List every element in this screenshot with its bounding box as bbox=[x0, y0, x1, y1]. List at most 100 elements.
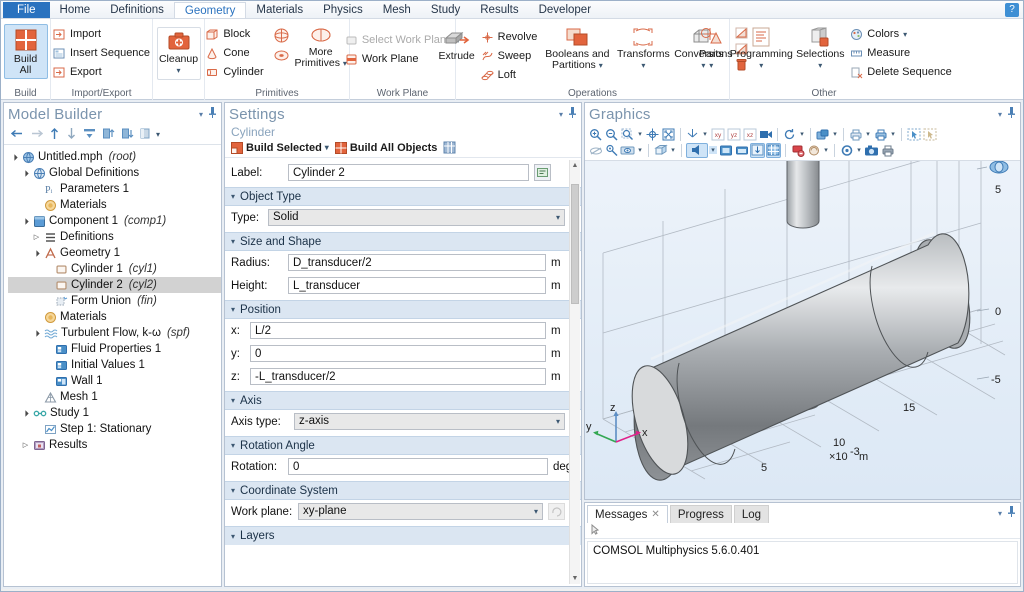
model-builder-toolbar-caret-icon[interactable]: ▾ bbox=[156, 130, 160, 139]
expand-arrow-right-icon[interactable]: ▷ bbox=[21, 441, 30, 449]
build-all-button[interactable]: Build All bbox=[3, 24, 48, 79]
axis-type-select-caret-icon[interactable]: ▾ bbox=[556, 414, 560, 429]
parts-button[interactable]: Parts ▾ bbox=[693, 24, 729, 73]
collapse-tree-icon[interactable] bbox=[121, 127, 134, 143]
move-down-icon[interactable] bbox=[66, 127, 77, 143]
plot4-icon[interactable] bbox=[766, 142, 781, 158]
import-button[interactable]: Import bbox=[50, 25, 153, 43]
hide-icon[interactable] bbox=[588, 143, 603, 158]
tree-node-initial-values-1[interactable]: Initial Values 1 bbox=[8, 357, 221, 373]
view-orientation-cube[interactable] bbox=[989, 161, 1009, 174]
rotate-dropdown-caret-icon[interactable]: ▾ bbox=[798, 130, 806, 138]
view-hidden-icon[interactable] bbox=[620, 143, 635, 158]
xy-view-icon[interactable]: xy bbox=[710, 127, 725, 142]
tree-node-mesh-1[interactable]: Mesh 1 bbox=[8, 389, 221, 405]
tab-results[interactable]: Results bbox=[470, 1, 528, 18]
model-tree[interactable]: ◢ Untitled.mph (root) ◢ Global Definitions Pi… bbox=[4, 145, 221, 586]
tab-study[interactable]: Study bbox=[421, 1, 470, 18]
section-coordinate-system[interactable]: ▾ Coordinate System bbox=[225, 481, 581, 500]
zoom-dropdown-caret-icon[interactable]: ▾ bbox=[636, 130, 644, 138]
model-builder-collapse-caret-icon[interactable]: ▾ bbox=[199, 110, 203, 119]
transforms-button[interactable]: Transforms ▾ bbox=[614, 24, 672, 73]
rotation-input[interactable] bbox=[288, 458, 548, 475]
select-mode-icon[interactable] bbox=[686, 142, 708, 158]
fit-to-window-icon[interactable] bbox=[661, 127, 676, 142]
measure-icon[interactable] bbox=[806, 143, 821, 158]
programming-caret-icon[interactable]: ▾ bbox=[759, 60, 763, 71]
work-plane-select-caret-icon[interactable]: ▾ bbox=[534, 504, 538, 519]
graphics-collapse-caret-icon[interactable]: ▾ bbox=[998, 110, 1002, 119]
section-position-caret-icon[interactable]: ▾ bbox=[231, 305, 235, 314]
section-rotation-angle[interactable]: ▾ Rotation Angle bbox=[225, 436, 581, 455]
graphics-canvas[interactable]: -2 5 0 -5 5 10 15 ×10 -3 m bbox=[585, 160, 1020, 499]
tab-file[interactable]: File bbox=[3, 2, 50, 18]
close-icon[interactable]: ✕ bbox=[651, 509, 659, 520]
forward-icon[interactable] bbox=[30, 128, 44, 142]
tree-node-wall-1[interactable]: Wall 1 bbox=[8, 373, 221, 389]
tab-geometry[interactable]: Geometry bbox=[173, 2, 247, 18]
tab-physics[interactable]: Physics bbox=[313, 1, 373, 18]
tree-node-materials[interactable]: Materials bbox=[8, 309, 221, 325]
tree-node-component-1[interactable]: ◢ Component 1 (comp1) bbox=[8, 213, 221, 229]
measure-dropdown-caret-icon[interactable]: ▾ bbox=[822, 146, 830, 154]
section-object-type-caret-icon[interactable]: ▾ bbox=[231, 192, 235, 201]
section-axis[interactable]: ▾ Axis bbox=[225, 391, 581, 410]
tree-node-results[interactable]: ▷ Results bbox=[8, 437, 221, 453]
axis-type-select[interactable]: z-axis ▾ bbox=[294, 413, 565, 430]
parts-caret-icon[interactable]: ▾ bbox=[709, 60, 713, 71]
geometry-3d-view[interactable]: -2 5 0 -5 5 10 15 ×10 -3 m bbox=[585, 161, 1013, 491]
delete-sequence-button[interactable]: Delete Sequence bbox=[847, 63, 954, 81]
work-plane-goto-button[interactable] bbox=[548, 503, 565, 520]
settings-scrollbar[interactable]: ▲ ▼ bbox=[569, 160, 580, 584]
rotate-icon[interactable] bbox=[782, 127, 797, 142]
tab-progress[interactable]: Progress bbox=[669, 505, 732, 523]
zoom-in-icon[interactable] bbox=[588, 127, 603, 142]
tab-mesh[interactable]: Mesh bbox=[373, 1, 421, 18]
position-y-input[interactable] bbox=[250, 345, 546, 362]
settings-scroll-down-icon[interactable]: ▼ bbox=[570, 573, 580, 584]
position-z-input[interactable] bbox=[250, 368, 546, 385]
selections-caret-icon[interactable]: ▾ bbox=[818, 60, 822, 71]
expand-arrow-down-icon[interactable]: ◢ bbox=[31, 247, 42, 258]
graphics-pin-icon[interactable] bbox=[1007, 107, 1016, 121]
image-snapshot-icon[interactable] bbox=[873, 127, 888, 142]
back-icon[interactable] bbox=[10, 128, 24, 142]
select-mode-caret-icon[interactable]: ▾ bbox=[709, 146, 717, 154]
selections-button[interactable]: Selections ▾ bbox=[793, 24, 847, 73]
transparency-dropdown-caret-icon[interactable]: ▾ bbox=[669, 146, 677, 154]
work-plane-select[interactable]: xy-plane ▾ bbox=[298, 503, 543, 520]
print-dropdown-caret-icon[interactable]: ▾ bbox=[864, 130, 872, 138]
reset-dropdown-caret-icon[interactable]: ▾ bbox=[855, 146, 863, 154]
print-preview-icon[interactable] bbox=[848, 127, 863, 142]
export-button[interactable]: Export bbox=[50, 63, 153, 81]
colors-button[interactable]: Colors ▾ bbox=[847, 25, 954, 43]
settings-extra-icon[interactable] bbox=[443, 141, 456, 154]
settings-scroll-up-icon[interactable]: ▲ bbox=[570, 160, 580, 171]
camera-view-icon[interactable] bbox=[758, 127, 773, 142]
section-rotation-angle-caret-icon[interactable]: ▾ bbox=[231, 441, 235, 450]
tree-node-cylinder-1[interactable]: Cylinder 1 (cyl1) bbox=[8, 261, 221, 277]
tree-node-global-definitions[interactable]: ◢ Global Definitions bbox=[8, 165, 221, 181]
expand-arrow-down-icon[interactable]: ◢ bbox=[20, 215, 31, 226]
type-select[interactable]: Solid ▾ bbox=[268, 209, 565, 226]
tree-node-form-union[interactable]: Form Union (fin) bbox=[8, 293, 221, 309]
tree-node-study-1[interactable]: ◢ Study 1 bbox=[8, 405, 221, 421]
settings-pin-icon[interactable] bbox=[568, 107, 577, 121]
revolve-button[interactable]: Revolve bbox=[478, 28, 541, 46]
tree-node-step-1-stationary[interactable]: Step 1: Stationary bbox=[8, 421, 221, 437]
help-button[interactable]: ? bbox=[1005, 3, 1019, 17]
build-all-objects-button[interactable]: Build All Objects bbox=[334, 141, 437, 154]
colors-caret-icon[interactable]: ▾ bbox=[903, 30, 907, 39]
section-size-and-shape[interactable]: ▾ Size and Shape bbox=[225, 232, 581, 251]
select-point-icon[interactable] bbox=[604, 143, 619, 158]
xz-view-icon[interactable]: xz bbox=[742, 127, 757, 142]
plot-icon[interactable] bbox=[718, 143, 733, 158]
tree-node-materials[interactable]: Materials bbox=[8, 197, 221, 213]
section-coordinate-system-caret-icon[interactable]: ▾ bbox=[231, 486, 235, 495]
collapse-all-icon[interactable] bbox=[83, 127, 96, 143]
height-input[interactable] bbox=[288, 277, 546, 294]
expand-arrow-down-icon[interactable]: ◢ bbox=[31, 327, 42, 338]
select-box-icon[interactable] bbox=[906, 127, 921, 142]
tab-log[interactable]: Log bbox=[733, 505, 770, 523]
section-layers[interactable]: ▾ Layers bbox=[225, 526, 581, 545]
